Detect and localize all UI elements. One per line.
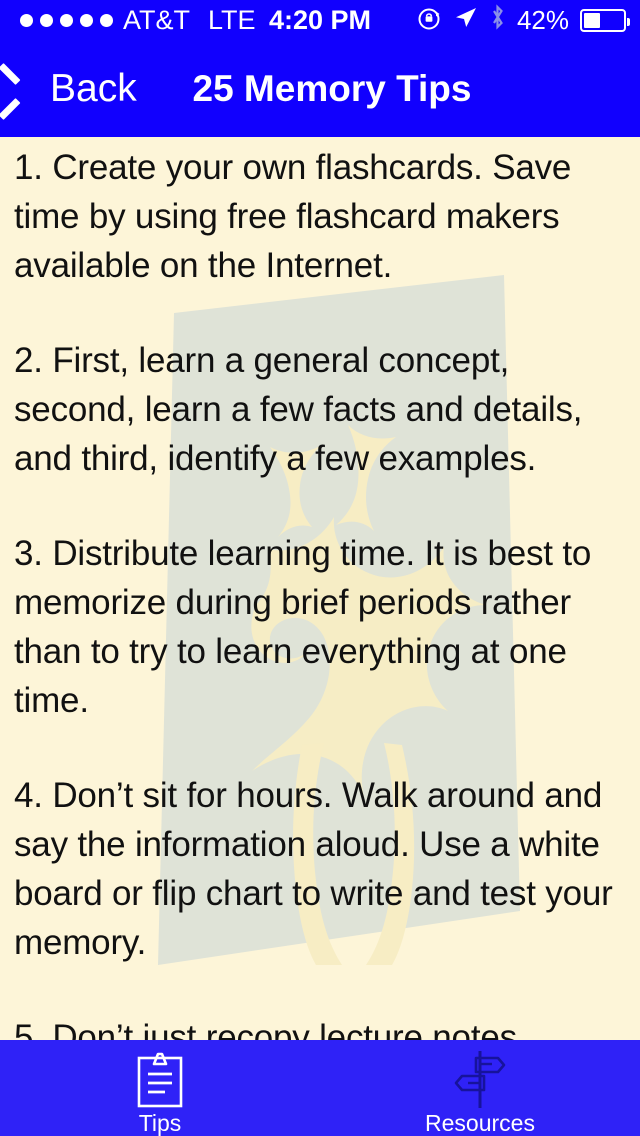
- back-button-label: Back: [50, 67, 137, 110]
- status-bar: AT&T LTE 4:20 PM 42%: [0, 0, 640, 40]
- status-bar-right: 42%: [416, 4, 630, 36]
- tip-item: 3. Distribute learning time. It is best …: [14, 534, 592, 720]
- tip-item: 2. First, learn a general concept, secon…: [14, 341, 583, 478]
- tip-item: 1. Create your own flashcards. Save time…: [14, 148, 572, 285]
- chevron-left-icon: [14, 67, 40, 111]
- signpost-icon: [450, 1048, 510, 1110]
- status-bar-left: AT&T LTE: [20, 4, 256, 35]
- navigation-bar: Back 25 Memory Tips: [0, 40, 640, 137]
- network-type-label: LTE: [208, 4, 256, 35]
- bluetooth-icon: [489, 4, 506, 36]
- carrier-label: AT&T: [123, 4, 190, 35]
- location-arrow-icon: [453, 5, 478, 35]
- battery-icon: [580, 8, 630, 32]
- back-button[interactable]: Back: [14, 40, 137, 137]
- tab-resources-label: Resources: [425, 1110, 535, 1136]
- app-screen: AT&T LTE 4:20 PM 42% Back 25 Memory Tips…: [0, 0, 640, 1136]
- rotation-lock-icon: [416, 5, 442, 36]
- tip-item: 4. Don’t sit for hours. Walk around and …: [14, 776, 613, 962]
- tab-bar: Tips Resources: [0, 1040, 640, 1136]
- tips-scroll-view[interactable]: 1. Create your own flashcards. Save time…: [0, 137, 640, 1040]
- tip-item: 5. Don’t just recopy lecture notes. High…: [14, 1018, 527, 1040]
- signal-strength-icon: [20, 13, 113, 27]
- tab-tips[interactable]: Tips: [0, 1040, 320, 1136]
- tab-tips-label: Tips: [138, 1110, 182, 1136]
- clipboard-icon: [132, 1048, 188, 1110]
- tips-list: 1. Create your own flashcards. Save time…: [0, 137, 640, 1040]
- tab-resources[interactable]: Resources: [320, 1040, 640, 1136]
- battery-percent-label: 42%: [516, 5, 569, 35]
